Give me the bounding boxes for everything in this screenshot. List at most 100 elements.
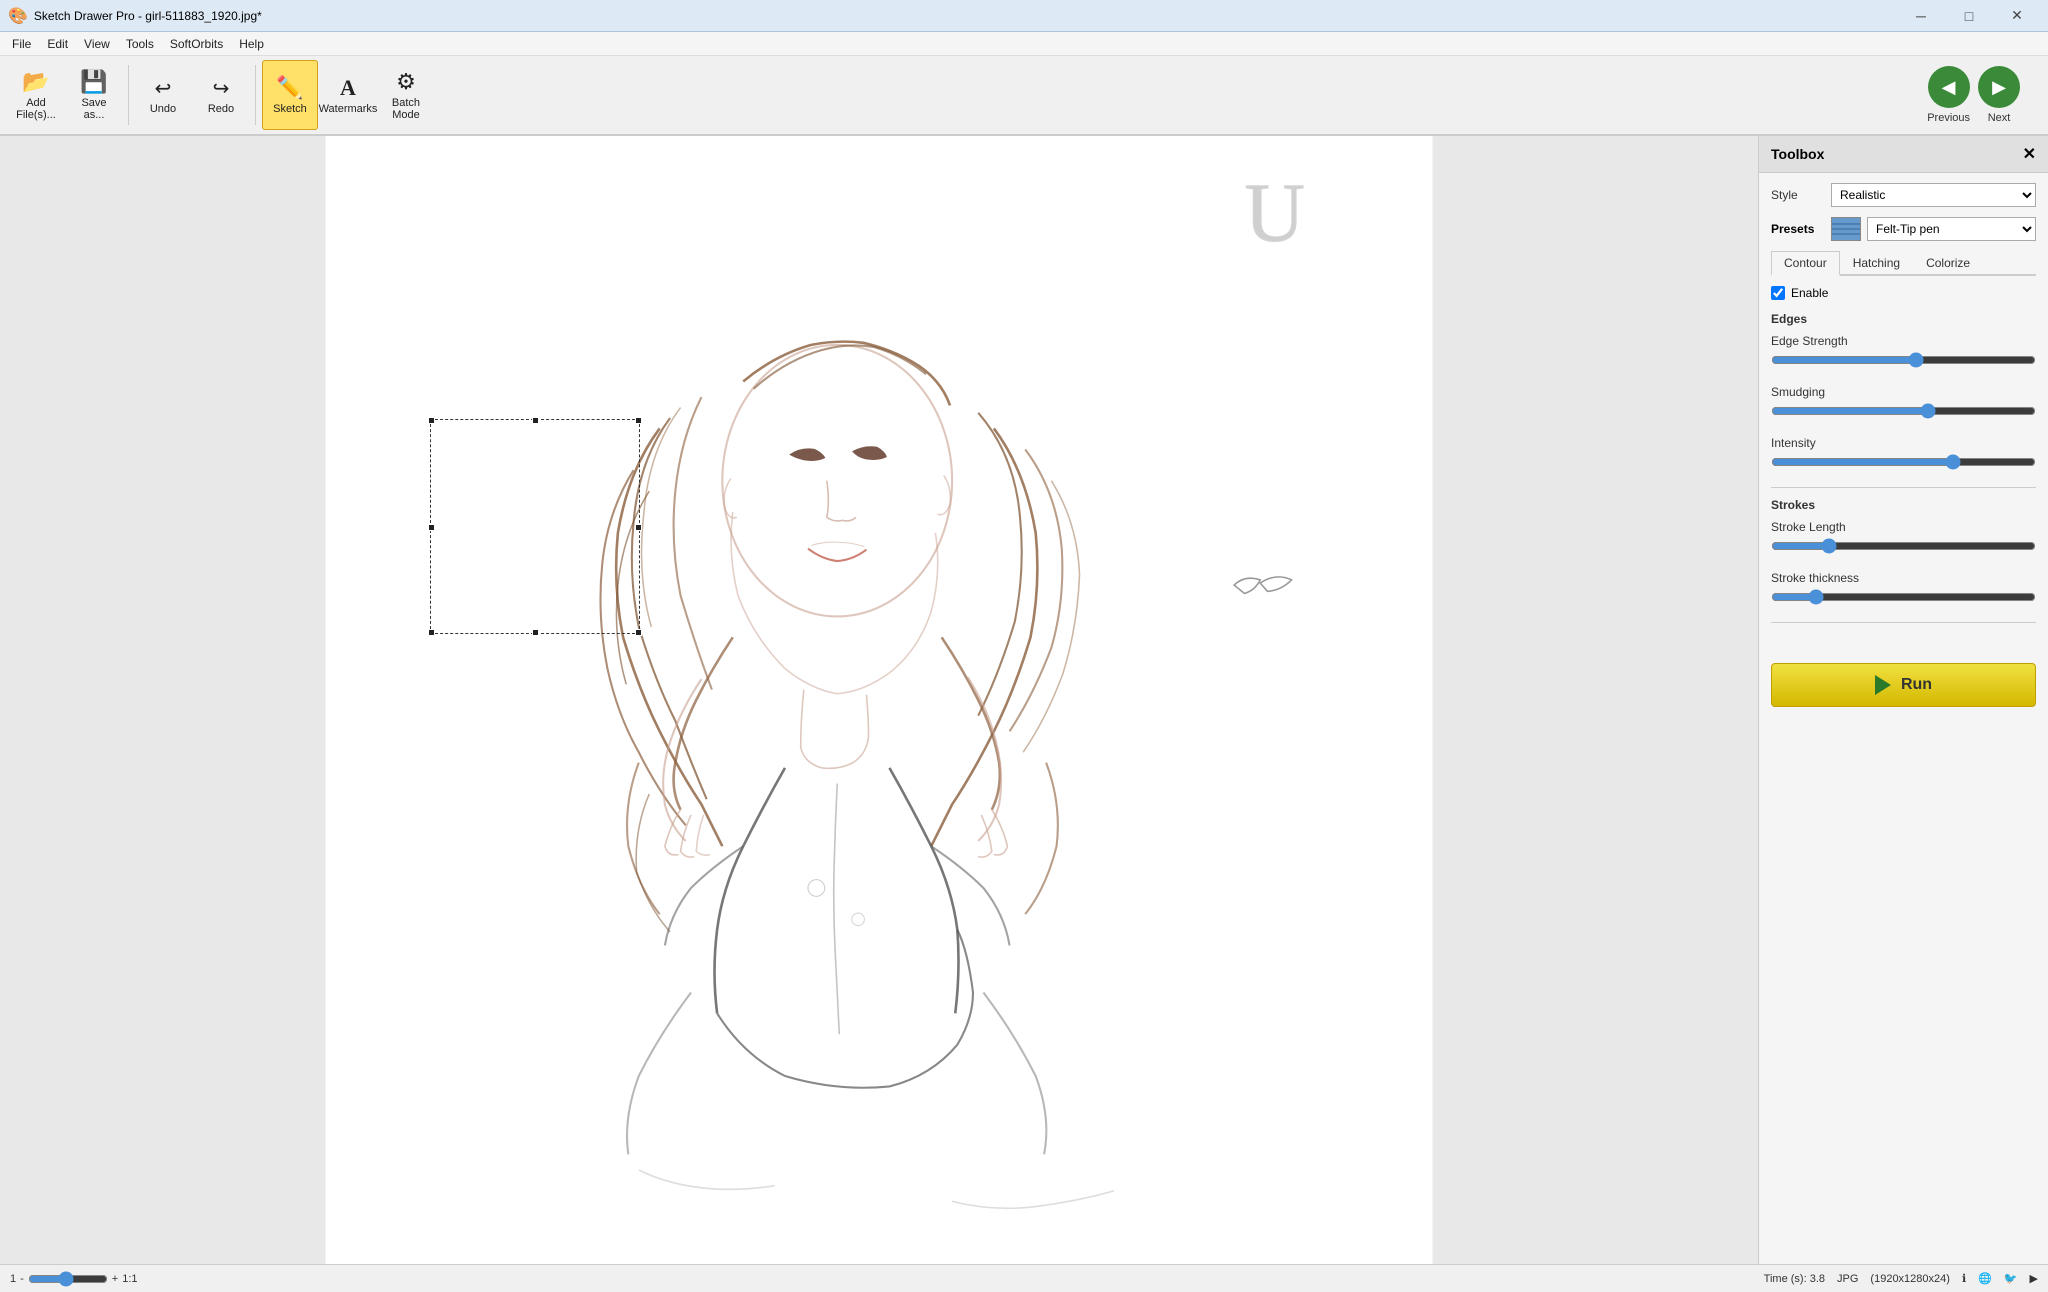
run-label: Run bbox=[1901, 676, 1932, 694]
twitter-icon[interactable]: 🐦 bbox=[2004, 1272, 2018, 1285]
style-label: Style bbox=[1771, 188, 1831, 202]
strokes-section-title: Strokes bbox=[1771, 498, 2036, 512]
undo-icon: ↩ bbox=[155, 76, 172, 101]
zoom-plus-icon[interactable]: + bbox=[112, 1273, 118, 1285]
menu-tools[interactable]: Tools bbox=[118, 35, 162, 53]
style-row: Style Realistic Artistic Cartoon Pencil bbox=[1771, 183, 2036, 207]
presets-select[interactable]: Felt-Tip pen Pencil Sketch Charcoal Ball… bbox=[1867, 217, 2036, 241]
sketch-drawing: U bbox=[0, 136, 1758, 1264]
menu-help[interactable]: Help bbox=[231, 35, 272, 53]
watermarks-label: Watermarks bbox=[319, 103, 378, 115]
close-button[interactable]: ✕ bbox=[1994, 0, 2040, 32]
edges-section-title: Edges bbox=[1771, 312, 2036, 326]
enable-label[interactable]: Enable bbox=[1791, 286, 1828, 300]
status-right: Time (s): 3.8 JPG (1920x1280x24) ℹ 🌐 🐦 ▶ bbox=[1764, 1272, 2038, 1285]
main-layout: U bbox=[0, 136, 2048, 1264]
separator1 bbox=[128, 65, 129, 125]
smudging-label: Smudging bbox=[1771, 385, 2036, 399]
web-icon[interactable]: 🌐 bbox=[1978, 1272, 1992, 1285]
undo-label: Undo bbox=[150, 103, 176, 115]
run-arrow-icon bbox=[1875, 675, 1891, 695]
svg-text:U: U bbox=[1245, 167, 1305, 259]
selection-handle-mr[interactable] bbox=[635, 524, 642, 531]
zoom-value: 1:1 bbox=[122, 1273, 137, 1285]
menu-file[interactable]: File bbox=[4, 35, 39, 53]
tab-hatching[interactable]: Hatching bbox=[1840, 251, 1913, 274]
selection-handle-br[interactable] bbox=[635, 629, 642, 636]
window-title: Sketch Drawer Pro - girl-511883_1920.jpg… bbox=[34, 9, 1898, 23]
add-files-button[interactable]: 📂 Add File(s)... bbox=[8, 60, 64, 130]
menubar: File Edit View Tools SoftOrbits Help bbox=[0, 32, 2048, 56]
intensity-row: Intensity bbox=[1771, 436, 2036, 473]
stroke-thickness-label: Stroke thickness bbox=[1771, 571, 2036, 585]
save-as-label: Save as... bbox=[81, 97, 106, 121]
style-select[interactable]: Realistic Artistic Cartoon Pencil bbox=[1831, 183, 2036, 207]
zoom-minus-icon[interactable]: - bbox=[20, 1273, 24, 1285]
run-button[interactable]: Run bbox=[1771, 663, 2036, 707]
menu-softorbits[interactable]: SoftOrbits bbox=[162, 35, 231, 53]
stroke-length-row: Stroke Length bbox=[1771, 520, 2036, 557]
redo-button[interactable]: ↪ Redo bbox=[193, 60, 249, 130]
maximize-button[interactable]: □ bbox=[1946, 0, 1992, 32]
page-indicator: 1 bbox=[10, 1273, 16, 1285]
zoom-control: - + bbox=[20, 1271, 118, 1287]
save-as-button[interactable]: 💾 Save as... bbox=[66, 60, 122, 130]
toolbox-close-icon[interactable]: ✕ bbox=[2023, 144, 2036, 164]
intensity-label: Intensity bbox=[1771, 436, 2036, 450]
stroke-thickness-slider[interactable] bbox=[1771, 589, 2036, 605]
selection-handle-tr[interactable] bbox=[635, 417, 642, 424]
sketch-label: Sketch bbox=[273, 103, 307, 115]
minimize-button[interactable]: ─ bbox=[1898, 0, 1944, 32]
selection-box bbox=[430, 419, 640, 634]
sketch-button[interactable]: ✏️ Sketch bbox=[262, 60, 318, 130]
stroke-thickness-row: Stroke thickness bbox=[1771, 571, 2036, 608]
next-button[interactable]: ▶ Next bbox=[1978, 66, 2020, 124]
previous-button[interactable]: ◀ Previous bbox=[1927, 66, 1970, 124]
tab-contour[interactable]: Contour bbox=[1771, 251, 1840, 276]
edge-strength-row: Edge Strength bbox=[1771, 334, 2036, 371]
selection-handle-tl[interactable] bbox=[428, 417, 435, 424]
selection-handle-bm[interactable] bbox=[532, 629, 539, 636]
intensity-slider[interactable] bbox=[1771, 454, 2036, 470]
edge-strength-slider[interactable] bbox=[1771, 352, 2036, 368]
sketch-icon: ✏️ bbox=[276, 75, 303, 101]
presets-label: Presets bbox=[1771, 222, 1831, 236]
watermarks-icon: A bbox=[340, 75, 356, 101]
tab-colorize[interactable]: Colorize bbox=[1913, 251, 1983, 274]
toolbox-body: Style Realistic Artistic Cartoon Pencil … bbox=[1759, 173, 2048, 1264]
selection-handle-ml[interactable] bbox=[428, 524, 435, 531]
status-left: 1 - + 1:1 bbox=[10, 1271, 138, 1287]
add-files-icon: 📂 bbox=[22, 69, 49, 95]
time-label: Time (s): 3.8 bbox=[1764, 1273, 1825, 1285]
stroke-length-label: Stroke Length bbox=[1771, 520, 2036, 534]
redo-icon: ↪ bbox=[213, 76, 230, 101]
play-icon[interactable]: ▶ bbox=[2030, 1272, 2038, 1285]
next-label: Next bbox=[1988, 112, 2011, 124]
info-icon[interactable]: ℹ bbox=[1962, 1272, 1966, 1285]
edge-strength-label: Edge Strength bbox=[1771, 334, 2036, 348]
enable-checkbox[interactable] bbox=[1771, 286, 1785, 300]
enable-row: Enable bbox=[1771, 286, 2036, 300]
previous-icon: ◀ bbox=[1928, 66, 1970, 108]
smudging-slider[interactable] bbox=[1771, 403, 2036, 419]
toolbox-panel: Toolbox ✕ Style Realistic Artistic Carto… bbox=[1758, 136, 2048, 1264]
smudging-row: Smudging bbox=[1771, 385, 2036, 422]
add-files-label: Add File(s)... bbox=[16, 97, 56, 121]
divider1 bbox=[1771, 487, 2036, 488]
watermarks-button[interactable]: A Watermarks bbox=[320, 60, 376, 130]
dimensions-label: (1920x1280x24) bbox=[1870, 1273, 1950, 1285]
batch-mode-label: Batch Mode bbox=[392, 97, 420, 121]
zoom-slider[interactable] bbox=[28, 1271, 108, 1287]
batch-mode-icon: ⚙ bbox=[396, 69, 416, 95]
menu-view[interactable]: View bbox=[76, 35, 118, 53]
batch-mode-button[interactable]: ⚙ Batch Mode bbox=[378, 60, 434, 130]
redo-label: Redo bbox=[208, 103, 234, 115]
titlebar: 🎨 Sketch Drawer Pro - girl-511883_1920.j… bbox=[0, 0, 2048, 32]
selection-handle-bl[interactable] bbox=[428, 629, 435, 636]
canvas-area[interactable]: U bbox=[0, 136, 1758, 1264]
undo-button[interactable]: ↩ Undo bbox=[135, 60, 191, 130]
separator2 bbox=[255, 65, 256, 125]
menu-edit[interactable]: Edit bbox=[39, 35, 76, 53]
stroke-length-slider[interactable] bbox=[1771, 538, 2036, 554]
selection-handle-tm[interactable] bbox=[532, 417, 539, 424]
